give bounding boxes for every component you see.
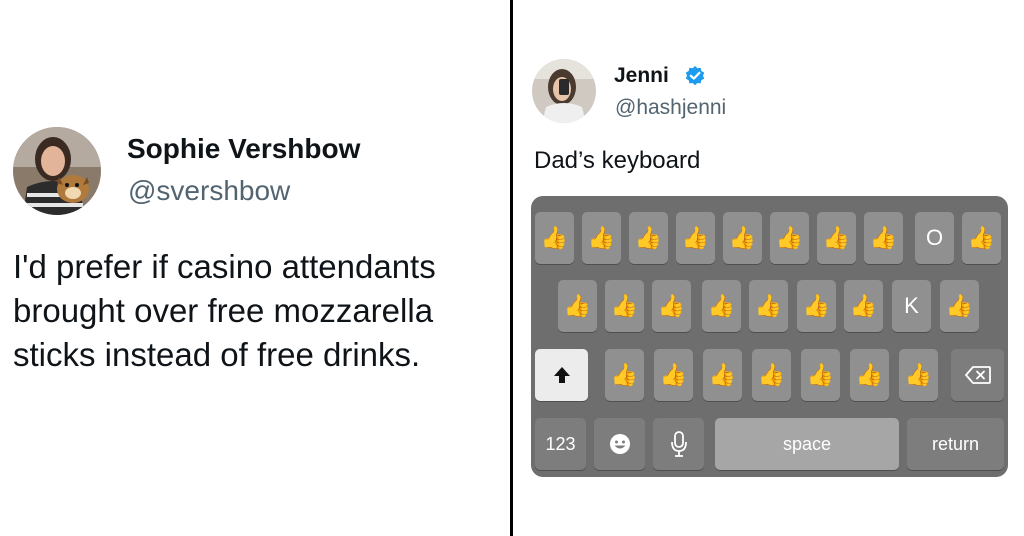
key-thumbs-up[interactable]: 👍 (582, 212, 621, 264)
key-thumbs-up[interactable]: 👍 (654, 349, 693, 401)
return-key-label: return (931, 433, 980, 454)
key-thumbs-up[interactable]: 👍 (899, 349, 938, 401)
display-name[interactable]: Sophie Vershbow (127, 133, 360, 165)
display-name[interactable]: Jenni (614, 64, 669, 88)
thumbs-up-icon: 👍 (610, 293, 639, 318)
thumbs-up-icon: 👍 (945, 293, 974, 318)
key-thumbs-up[interactable]: 👍 (801, 349, 840, 401)
delete-icon (964, 366, 991, 384)
thumbs-up-icon: 👍 (540, 225, 569, 250)
key-thumbs-up[interactable]: 👍 (940, 280, 979, 332)
key-thumbs-up[interactable]: 👍 (652, 280, 691, 332)
key-thumbs-up[interactable]: 👍 (749, 280, 788, 332)
thumbs-up-icon: 👍 (775, 225, 804, 250)
thumbs-up-icon: 👍 (822, 225, 851, 250)
dictation-key[interactable] (653, 418, 704, 470)
space-key-label: space (782, 433, 832, 454)
thumbs-up-icon: 👍 (657, 293, 686, 318)
key-thumbs-up[interactable]: 👍 (850, 349, 889, 401)
thumbs-up-icon: 👍 (849, 293, 878, 318)
thumbs-up-icon: 👍 (757, 362, 786, 387)
key-letter-label: K (904, 293, 919, 318)
key-thumbs-up[interactable]: 👍 (844, 280, 883, 332)
left-tweet: Sophie Vershbow @svershbow I'd prefer if… (0, 0, 510, 536)
thumbs-up-icon: 👍 (802, 293, 831, 318)
delete-key[interactable] (951, 349, 1004, 401)
key-thumbs-up[interactable]: 👍 (558, 280, 597, 332)
key-thumbs-up[interactable]: 👍 (605, 280, 644, 332)
emoji-icon (609, 434, 630, 454)
keyboard: 👍 👍 👍 👍 👍 👍 👍 👍 O 👍 👍 👍 👍 👍 👍 👍 👍 K 👍 👍 … (531, 196, 1008, 477)
key-thumbs-up[interactable]: 👍 (864, 212, 903, 264)
tweet-text-line: I'd prefer if casino attendants (13, 248, 436, 285)
tweet-text: Dad’s keyboard (534, 147, 701, 174)
thumbs-up-icon: 👍 (967, 225, 996, 250)
thumbs-up-icon: 👍 (904, 362, 933, 387)
space-key[interactable]: space (715, 418, 899, 470)
tweet-text: I'd prefer if casino attendants brought … (13, 245, 508, 377)
thumbs-up-icon: 👍 (708, 362, 737, 387)
microphone-icon (670, 431, 687, 457)
thumbs-up-icon: 👍 (587, 225, 616, 250)
key-letter-label: O (925, 225, 944, 250)
key-letter-k[interactable]: K (892, 280, 931, 332)
thumbs-up-icon: 👍 (855, 362, 884, 387)
thumbs-up-icon: 👍 (707, 293, 736, 318)
key-thumbs-up[interactable]: 👍 (817, 212, 856, 264)
key-thumbs-up[interactable]: 👍 (535, 212, 574, 264)
tweet-text-line: sticks instead of free drinks. (13, 336, 421, 373)
key-thumbs-up[interactable]: 👍 (723, 212, 762, 264)
user-handle[interactable]: @hashjenni (615, 96, 726, 120)
thumbs-up-icon: 👍 (659, 362, 688, 387)
avatar[interactable] (13, 127, 101, 215)
key-thumbs-up[interactable]: 👍 (752, 349, 791, 401)
verified-badge-icon (685, 66, 705, 86)
key-thumbs-up[interactable]: 👍 (702, 280, 741, 332)
avatar[interactable] (532, 59, 596, 123)
key-thumbs-up[interactable]: 👍 (962, 212, 1001, 264)
tweet-text-line: brought over free mozzarella (13, 292, 434, 329)
thumbs-up-icon: 👍 (563, 293, 592, 318)
key-thumbs-up[interactable]: 👍 (605, 349, 644, 401)
thumbs-up-icon: 👍 (806, 362, 835, 387)
key-thumbs-up[interactable]: 👍 (629, 212, 668, 264)
thumbs-up-icon: 👍 (869, 225, 898, 250)
key-letter-o[interactable]: O (915, 212, 954, 264)
shift-icon (553, 367, 570, 383)
right-tweet: Jenni @hashjenni Dad’s keyboard 👍 👍 👍 👍 … (513, 0, 1024, 536)
thumbs-up-icon: 👍 (634, 225, 663, 250)
shift-key[interactable] (535, 349, 588, 401)
numbers-key-label: 123 (545, 433, 576, 454)
thumbs-up-icon: 👍 (728, 225, 757, 250)
profile-photo-icon (13, 127, 101, 215)
thumbs-up-icon: 👍 (610, 362, 639, 387)
thumbs-up-icon: 👍 (681, 225, 710, 250)
user-handle[interactable]: @svershbow (128, 175, 290, 207)
key-thumbs-up[interactable]: 👍 (676, 212, 715, 264)
profile-photo-icon (532, 59, 596, 123)
return-key[interactable]: return (907, 418, 1004, 470)
key-thumbs-up[interactable]: 👍 (703, 349, 742, 401)
key-thumbs-up[interactable]: 👍 (770, 212, 809, 264)
key-thumbs-up[interactable]: 👍 (797, 280, 836, 332)
numbers-key[interactable]: 123 (535, 418, 586, 470)
emoji-key[interactable] (594, 418, 645, 470)
thumbs-up-icon: 👍 (754, 293, 783, 318)
